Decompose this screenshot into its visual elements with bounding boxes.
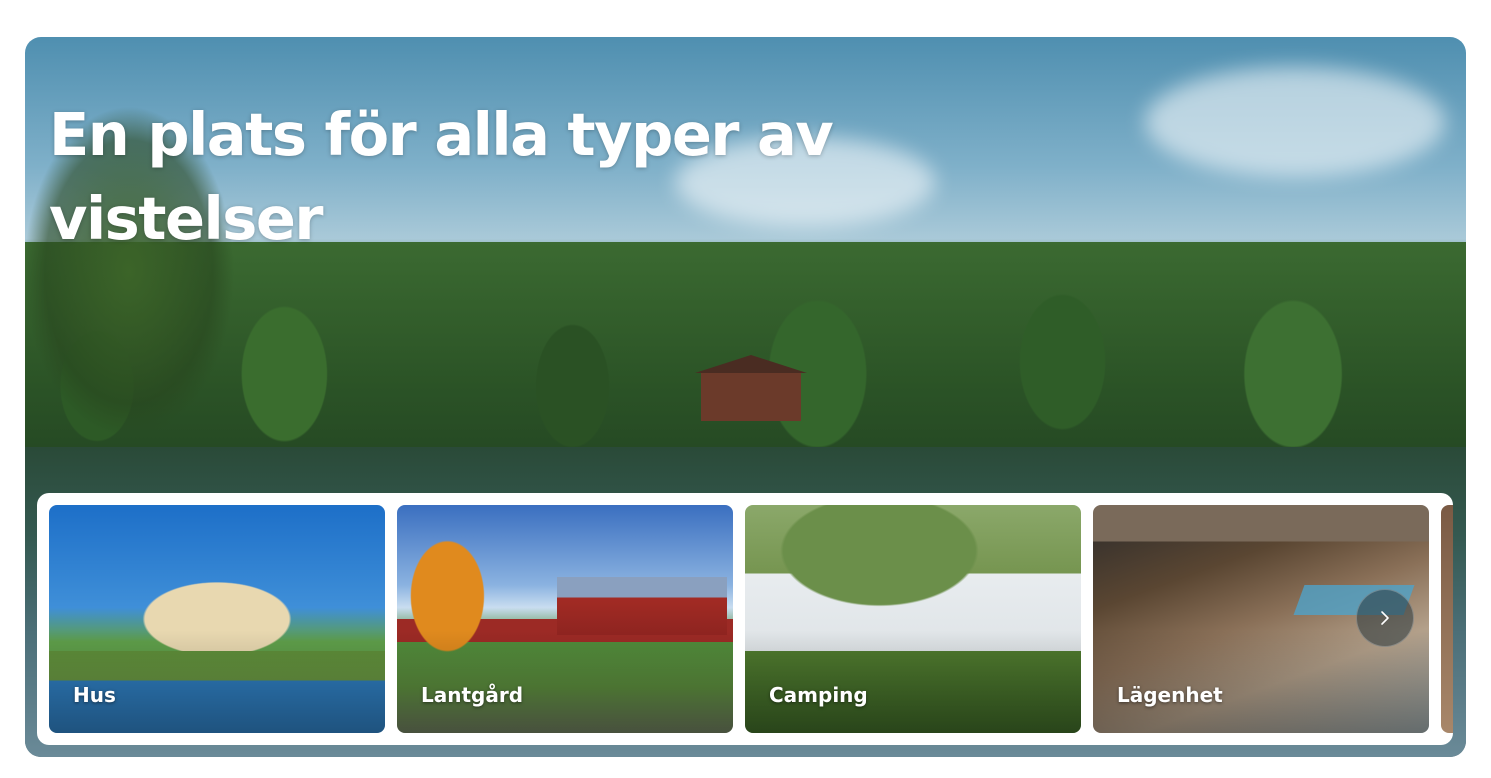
cabin-image [695, 355, 807, 421]
category-card-camping[interactable]: Camping [745, 505, 1081, 733]
category-label: Camping [769, 683, 868, 707]
hero-title-line-1: En plats för alla typer av [49, 100, 834, 169]
chevron-right-icon [1381, 611, 1389, 625]
category-label: Hus [73, 683, 116, 707]
category-card-next-peek[interactable] [1441, 505, 1453, 733]
hero-banner: En plats för alla typer av vistelser Hus… [25, 37, 1466, 757]
category-card-lantgard[interactable]: Lantgård [397, 505, 733, 733]
hero-title-line-2: vistelser [49, 184, 323, 253]
carousel-next-button[interactable] [1356, 589, 1414, 647]
cloud [1145, 67, 1445, 177]
category-label: Lägenhet [1117, 683, 1223, 707]
category-label: Lantgård [421, 683, 524, 707]
category-carousel: Hus Lantgård Camping Lägenhet [37, 493, 1453, 745]
category-card-hus[interactable]: Hus [49, 505, 385, 733]
hero-title: En plats för alla typer av vistelser [49, 93, 869, 261]
